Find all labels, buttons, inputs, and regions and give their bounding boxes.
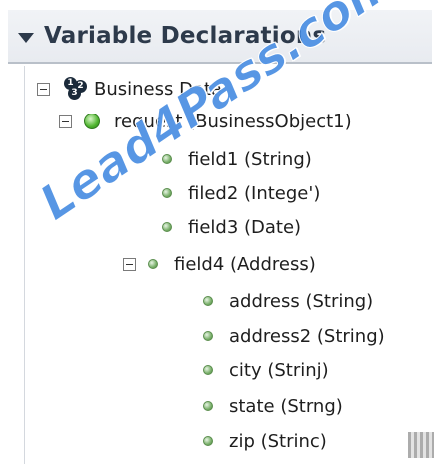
- tree-node-field[interactable]: field3 (Date): [162, 212, 301, 242]
- collapse-toggle-icon[interactable]: [37, 82, 50, 96]
- field-icon: [162, 222, 172, 232]
- tree-node-label: field4 (Address): [174, 253, 316, 275]
- collapse-triangle-icon[interactable]: [18, 33, 34, 43]
- qr-code-corner: [408, 432, 434, 458]
- field-icon: [203, 296, 213, 306]
- business-object-icon: [84, 114, 100, 129]
- field-icon: [203, 436, 213, 446]
- tree-node-field[interactable]: filed2 (Intege'): [162, 178, 320, 208]
- tree-node-field[interactable]: field1 (String): [162, 144, 312, 174]
- tree-node-label: state (Strng): [229, 395, 343, 417]
- collapse-toggle-icon[interactable]: [59, 114, 72, 128]
- tree-node-request[interactable]: request (BusinessObject1): [59, 110, 352, 136]
- tree-node-business-data[interactable]: 123 Business Data: [37, 74, 222, 104]
- tree-node-label: address2 (String): [229, 325, 385, 347]
- tree-node-address-field[interactable]: zip (Strinc): [203, 426, 327, 456]
- tree-node-label: field1 (String): [188, 148, 312, 170]
- business-data-icon: 123: [62, 77, 88, 101]
- tree-node-label: zip (Strinc): [229, 430, 327, 452]
- collapse-toggle-icon[interactable]: [123, 257, 136, 271]
- variable-declarations-panel: Variable Declarations 123 Business Data …: [4, 0, 434, 464]
- tree-node-label: filed2 (Intege'): [188, 182, 321, 204]
- tree-node-address-field[interactable]: city (Strinj): [203, 355, 329, 385]
- tree-node-label: request (BusinessObject1): [114, 110, 352, 132]
- field-icon: [203, 401, 213, 411]
- tree-node-label: field3 (Date): [188, 216, 302, 238]
- field-icon: [162, 154, 172, 164]
- tree-node-label: Business Data: [94, 78, 223, 100]
- variable-tree: 123 Business Data request (BusinessObjec…: [24, 66, 433, 464]
- tree-node-label: address (String): [229, 290, 374, 312]
- tree-node-address-field[interactable]: state (Strng): [203, 391, 343, 421]
- section-header[interactable]: Variable Declarations: [8, 10, 432, 64]
- tree-node-field4[interactable]: field4 (Address): [123, 249, 316, 279]
- field-icon: [162, 188, 172, 198]
- tree-node-address-field[interactable]: address2 (String): [203, 321, 385, 351]
- field-icon: [203, 365, 213, 375]
- field-icon: [203, 331, 213, 341]
- field-icon: [148, 259, 158, 269]
- section-title: Variable Declarations: [44, 23, 327, 49]
- tree-node-label: city (Strinj): [229, 359, 329, 381]
- tree-node-address-field[interactable]: address (String): [203, 286, 373, 316]
